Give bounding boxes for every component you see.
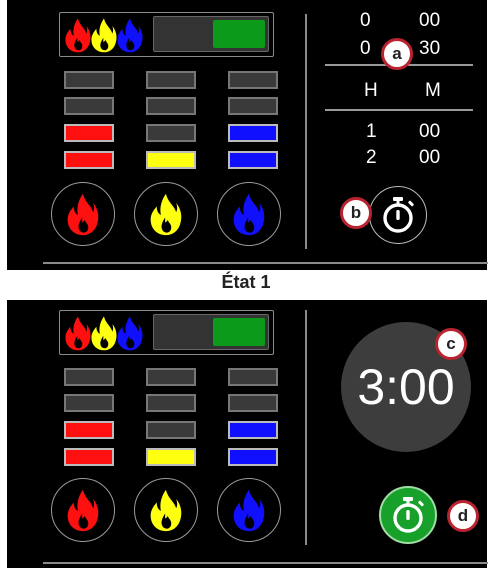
timer-hours-label: H [364,80,378,101]
burner-red-button[interactable] [51,478,115,542]
bottom-separator [43,262,488,264]
stopwatch-icon [378,195,418,235]
burner-blue-button[interactable] [217,478,281,542]
toggle-on-indicator [213,20,265,48]
timer-minute-value[interactable]: 00 [419,10,440,32]
timer-separator [325,109,473,111]
callout-marker-d: d [447,500,479,532]
screen-state-2: 3:00 c d [7,300,488,568]
timer-minutes-label: M [425,80,441,101]
burner-mode-bar [59,12,274,57]
timer-hour-value[interactable]: 2 [366,147,377,169]
bottom-separator [43,562,488,564]
vertical-divider [305,14,307,249]
flame-icon [232,488,266,532]
level-cell [64,71,114,89]
screen-state-1: 0 00 0 30 H M 1 00 2 00 a b [7,0,488,270]
timer-minute-value[interactable]: 00 [419,121,440,143]
level-cell-blue [228,124,278,142]
level-cell-blue [228,448,278,466]
flame-icon [115,17,145,53]
level-cell [64,97,114,115]
timer-minute-value[interactable]: 00 [419,147,440,169]
level-cell-blue [228,421,278,439]
level-cell [228,71,278,89]
level-cell-red [64,124,114,142]
burner-yellow-button[interactable] [134,478,198,542]
level-cell [146,97,196,115]
flame-icon [115,315,145,351]
level-cell [228,394,278,412]
timer-hour-value[interactable]: 1 [366,121,377,143]
burner-blue-button[interactable] [217,182,281,246]
level-cell-yellow [146,448,196,466]
timer-hour-value[interactable]: 0 [360,38,371,60]
power-toggle[interactable] [153,314,269,350]
flame-icon [149,488,183,532]
level-cell [146,124,196,142]
level-cell [146,368,196,386]
level-cell-yellow [146,151,196,169]
level-cell [146,394,196,412]
burner-mode-bar [59,310,274,355]
stopwatch-icon [388,495,428,535]
level-cell [228,368,278,386]
level-cell [64,394,114,412]
toggle-on-indicator [213,318,265,346]
callout-marker-a: a [381,38,413,70]
power-toggle[interactable] [153,16,269,52]
level-cell-blue [228,151,278,169]
flame-icon [232,192,266,236]
timer-hour-value[interactable]: 0 [360,10,371,32]
flame-icon [66,192,100,236]
level-cell-red [64,151,114,169]
state-caption: État 1 [221,272,271,292]
burner-red-button[interactable] [51,182,115,246]
level-cell-red [64,448,114,466]
level-cell [146,71,196,89]
level-cell [64,368,114,386]
vertical-divider [305,310,307,545]
level-cell [146,421,196,439]
level-cell-red [64,421,114,439]
burner-yellow-button[interactable] [134,182,198,246]
timer-minute-value[interactable]: 30 [419,38,440,60]
callout-marker-c: c [435,328,467,360]
level-cell [228,97,278,115]
callout-marker-b: b [340,197,372,229]
flame-icon [66,488,100,532]
stopwatch-button[interactable] [369,186,427,244]
flame-icon [149,192,183,236]
stopwatch-button-active[interactable] [379,486,437,544]
